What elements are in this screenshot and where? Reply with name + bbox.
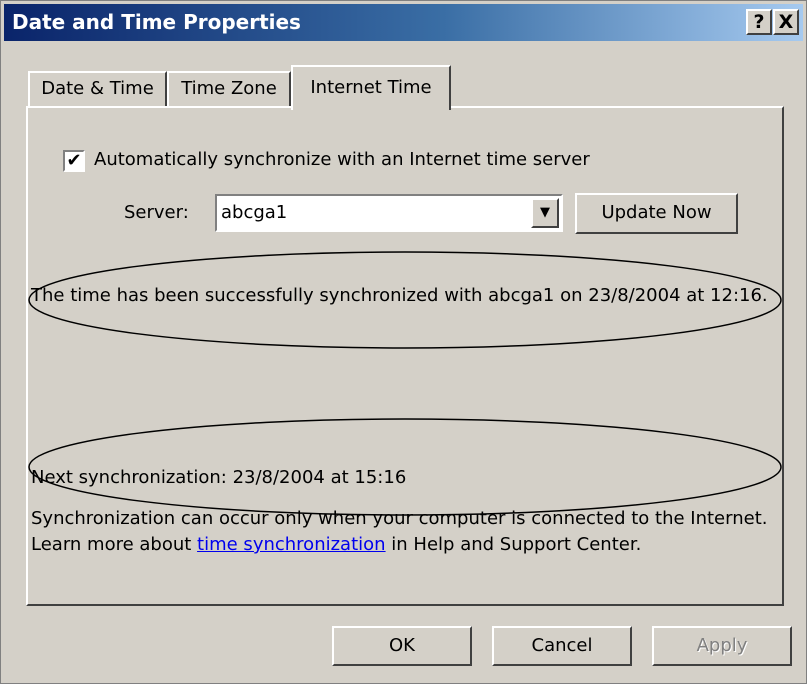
auto-sync-label[interactable]: Automatically synchronize with an Intern… — [94, 149, 590, 170]
apply-button[interactable]: Apply — [652, 626, 792, 666]
window-title: Date and Time Properties — [12, 10, 301, 34]
tab-internet-time[interactable]: Internet Time — [291, 65, 451, 110]
cancel-button[interactable]: Cancel — [492, 626, 632, 666]
ok-button[interactable]: OK — [332, 626, 472, 666]
server-label: Server: — [124, 202, 189, 223]
next-sync-text: Next synchronization: 23/8/2004 at 15:16 — [31, 467, 407, 488]
tab-date-time[interactable]: Date & Time — [28, 71, 167, 107]
server-value[interactable]: abcga1 — [221, 202, 287, 223]
dropdown-arrow-icon[interactable]: ▼ — [531, 198, 559, 228]
server-combobox[interactable]: abcga1 ▼ — [215, 194, 563, 232]
dialog-window: Date and Time Properties ? X Date & Time… — [0, 0, 807, 684]
internet-time-panel: ✔ Automatically synchronize with an Inte… — [26, 106, 784, 606]
note-text-end: in Help and Support Center. — [385, 534, 642, 555]
title-bar[interactable]: Date and Time Properties ? X — [4, 4, 803, 41]
auto-sync-checkbox[interactable]: ✔ — [63, 150, 85, 172]
sync-status-text: The time has been successfully synchroni… — [31, 285, 768, 306]
time-sync-link[interactable]: time synchronization — [197, 534, 386, 555]
sync-note: Synchronization can occur only when your… — [31, 506, 771, 558]
close-button[interactable]: X — [773, 9, 799, 35]
update-now-button[interactable]: Update Now — [575, 193, 738, 234]
help-button[interactable]: ? — [746, 9, 772, 35]
tab-time-zone[interactable]: Time Zone — [167, 71, 291, 107]
